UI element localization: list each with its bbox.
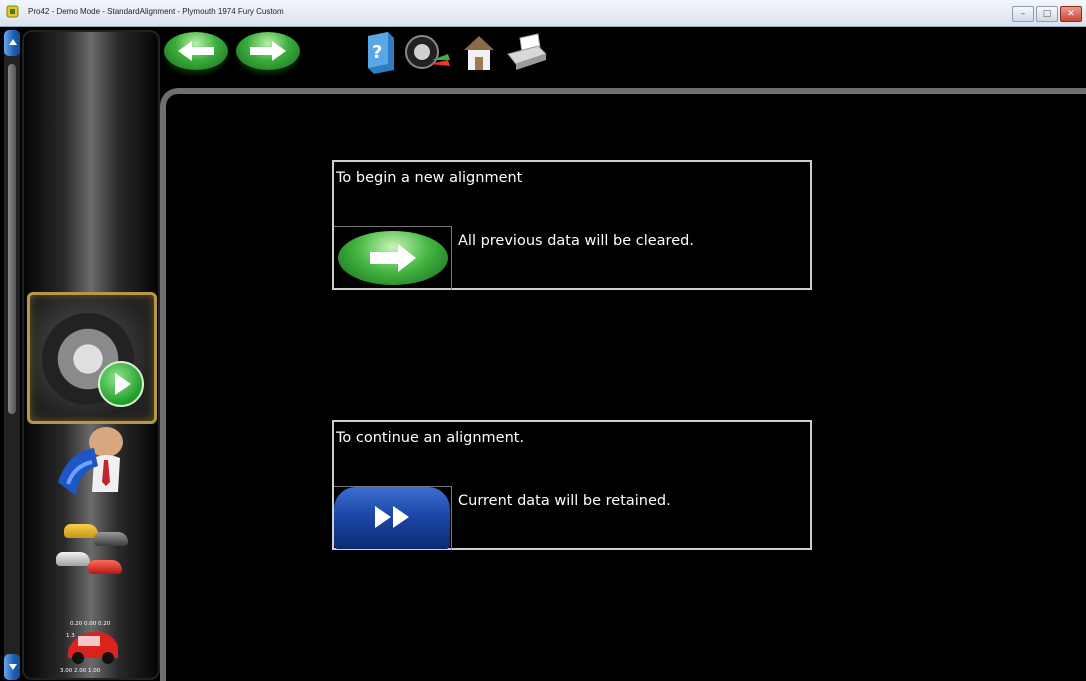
printer-icon <box>507 33 547 70</box>
main-panel: To begin a new alignment All previous da… <box>160 88 1086 681</box>
new-alignment-button-frame <box>334 226 452 290</box>
svg-text:?: ? <box>372 42 382 63</box>
svg-text:1.3: 1.3 <box>66 633 75 639</box>
play-icon <box>98 361 144 407</box>
white-car-icon <box>56 552 90 566</box>
new-alignment-button[interactable] <box>338 231 448 285</box>
app-icon <box>6 5 19 18</box>
continue-alignment-card: To continue an alignment. Current data w… <box>332 420 812 550</box>
new-alignment-title: To begin a new alignment <box>336 170 523 186</box>
red-car-icon <box>88 560 122 574</box>
arrow-left-icon <box>178 41 214 61</box>
scroll-down-button[interactable] <box>4 654 20 680</box>
arrow-right-icon <box>370 244 416 272</box>
sidebar: 0.20 0.00 0.20 1.3 3.00 2.00 1.00 <box>22 30 160 680</box>
back-button[interactable] <box>164 32 228 70</box>
sidebar-item-vehicle-selection[interactable] <box>50 518 140 584</box>
close-button[interactable]: ✕ <box>1060 6 1082 22</box>
window-controls: – □ ✕ <box>1012 6 1082 22</box>
new-alignment-card: To begin a new alignment All previous da… <box>332 160 812 290</box>
help-book-icon: ? <box>368 32 394 74</box>
window-title: Pro42 - Demo Mode - StandardAlignment - … <box>28 7 284 16</box>
new-alignment-message: All previous data will be cleared. <box>458 233 694 249</box>
svg-text:0.20 0.00 0.20: 0.20 0.00 0.20 <box>70 621 111 627</box>
arrow-right-icon <box>250 41 286 61</box>
continue-alignment-title: To continue an alignment. <box>336 430 525 446</box>
maximize-button[interactable]: □ <box>1036 6 1058 22</box>
fast-forward-icon <box>375 506 409 528</box>
sidebar-item-customer[interactable] <box>48 422 138 502</box>
forward-button[interactable] <box>236 32 300 70</box>
continue-alignment-button-frame <box>334 486 452 550</box>
svg-text:3.00 2.00 1.00: 3.00 2.00 1.00 <box>60 668 101 674</box>
sidebar-scroll-rail[interactable] <box>4 30 20 680</box>
scroll-thumb[interactable] <box>8 64 16 414</box>
continue-alignment-message: Current data will be retained. <box>458 493 671 509</box>
help-button[interactable]: ? <box>362 30 400 74</box>
home-icon <box>464 36 494 70</box>
sidebar-item-start-alignment[interactable] <box>27 292 157 424</box>
print-button[interactable] <box>502 30 547 74</box>
wheel-specs-button[interactable] <box>404 30 450 74</box>
scroll-up-button[interactable] <box>4 30 20 56</box>
continue-alignment-button[interactable] <box>334 487 450 549</box>
yellow-car-icon <box>64 524 98 538</box>
customer-icon <box>58 427 123 496</box>
minimize-button[interactable]: – <box>1012 6 1034 22</box>
vehicle-specs-icon: 0.20 0.00 0.20 1.3 3.00 2.00 1.00 <box>60 621 118 674</box>
wheel-chart-icon <box>405 35 450 69</box>
home-button[interactable] <box>460 30 498 74</box>
title-bar: Pro42 - Demo Mode - StandardAlignment - … <box>0 0 1086 27</box>
gray-car-icon <box>94 532 128 546</box>
sidebar-item-vehicle-specs[interactable]: 0.20 0.00 0.20 1.3 3.00 2.00 1.00 <box>58 616 128 674</box>
